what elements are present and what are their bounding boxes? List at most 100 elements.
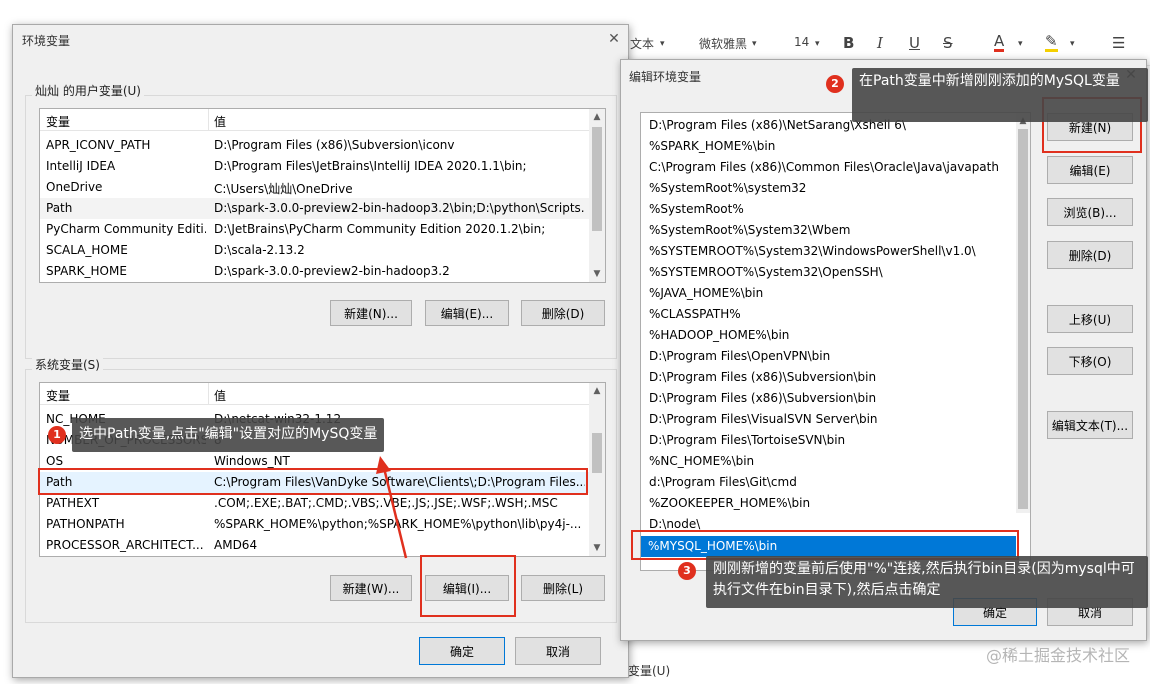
table-row-path-selected[interactable]: Path C:\Program Files\VanDyke Software\C…: [40, 472, 589, 493]
var-value: D:\JetBrains\PyCharm Community Edition 2…: [214, 222, 546, 236]
user-edit-button[interactable]: 编辑(E)...: [425, 300, 509, 326]
list-header: 变量 值: [40, 383, 589, 405]
move-down-button[interactable]: 下移(O): [1047, 347, 1133, 375]
scroll-down-icon[interactable]: ▼: [589, 540, 605, 556]
font-color-icon[interactable]: A: [994, 34, 1005, 52]
style-dropdown[interactable]: 文本: [630, 35, 654, 52]
scroll-thumb[interactable]: [592, 127, 602, 231]
table-row[interactable]: IntelliJ IDEA D:\Program Files\JetBrains…: [40, 156, 589, 177]
table-row[interactable]: APR_ICONV_PATH D:\Program Files (x86)\Su…: [40, 135, 589, 156]
sys-edit-button[interactable]: 编辑(I)...: [425, 575, 509, 601]
sys-vars-list[interactable]: 变量 值 NC_HOME D:\netcat-win32-1.12 NUMBER…: [39, 382, 606, 557]
window-title: 环境变量: [22, 34, 71, 48]
list-item[interactable]: d:\Program Files\Git\cmd: [647, 472, 1010, 493]
user-delete-button[interactable]: 删除(D): [521, 300, 605, 326]
var-name: APR_ICONV_PATH: [46, 138, 151, 152]
var-name: SPARK_HOME: [46, 264, 127, 278]
scroll-thumb[interactable]: [592, 433, 602, 473]
underline-icon[interactable]: U: [909, 34, 920, 52]
var-name: PROCESSOR_ARCHITECT...: [46, 538, 204, 552]
var-name: PATHEXT: [46, 496, 100, 510]
window-title: 编辑环境变量: [629, 70, 702, 84]
cancel-button[interactable]: 取消: [515, 637, 601, 665]
user-vars-label: 灿灿 的用户变量(U): [32, 82, 144, 99]
table-row[interactable]: PATHONPATH %SPARK_HOME%\python;%SPARK_HO…: [40, 514, 589, 535]
list-item[interactable]: %CLASSPATH%: [647, 304, 1010, 325]
step-badge: 3: [678, 562, 696, 580]
ok-button[interactable]: 确定: [419, 637, 505, 665]
scroll-down-icon[interactable]: ▼: [589, 266, 605, 282]
var-value: D:\spark-3.0.0-preview2-bin-hadoop3.2: [214, 264, 450, 278]
list-item[interactable]: D:\Program Files\VisualSVN Server\bin: [647, 409, 1010, 430]
sys-vars-label: 系统变量(S): [32, 356, 103, 373]
vertical-scrollbar[interactable]: ▲ ▼: [589, 383, 605, 556]
column-header-variable[interactable]: 变量: [46, 113, 206, 130]
move-up-button[interactable]: 上移(U): [1047, 305, 1133, 333]
list-item[interactable]: %JAVA_HOME%\bin: [647, 283, 1010, 304]
bold-icon[interactable]: B: [843, 34, 854, 52]
scroll-up-icon[interactable]: ▲: [589, 109, 605, 125]
column-header-value[interactable]: 值: [214, 387, 585, 404]
list-item[interactable]: %SystemRoot%: [647, 199, 1010, 220]
column-header-value[interactable]: 值: [214, 113, 585, 130]
annotation-step3: 刚刚新增的变量前后使用"%"连接,然后执行bin目录(因为mysql中可执行文件…: [706, 556, 1148, 608]
list-item[interactable]: %SPARK_HOME%\bin: [647, 136, 1010, 157]
list-item-mysql-home-selected[interactable]: %MYSQL_HOME%\bin: [641, 536, 1016, 557]
strikethrough-icon[interactable]: S: [943, 34, 953, 52]
annotation-text: 在Path变量中新增刚刚添加的MySQL变量: [859, 73, 1120, 89]
italic-icon[interactable]: I: [877, 34, 883, 52]
font-size-dropdown[interactable]: 14: [794, 35, 809, 49]
var-value: D:\spark-3.0.0-preview2-bin-hadoop3.2\bi…: [214, 201, 585, 215]
list-header: 变量 值: [40, 109, 589, 131]
list-item[interactable]: %SystemRoot%\System32\Wbem: [647, 220, 1010, 241]
vertical-scrollbar[interactable]: ▲ ▼: [589, 109, 605, 282]
background-clipped-label: 变量(U): [628, 664, 671, 678]
path-list[interactable]: D:\Program Files (x86)\NetSarang\Xshell …: [640, 112, 1031, 571]
list-item[interactable]: D:\Program Files (x86)\Subversion\bin: [647, 388, 1010, 409]
list-item[interactable]: %ZOOKEEPER_HOME%\bin: [647, 493, 1010, 514]
list-item[interactable]: C:\Program Files (x86)\Common Files\Orac…: [647, 157, 1010, 178]
table-row[interactable]: SCALA_HOME D:\scala-2.13.2: [40, 240, 589, 261]
table-row[interactable]: PATHEXT .COM;.EXE;.BAT;.CMD;.VBS;.VBE;.J…: [40, 493, 589, 514]
list-item[interactable]: %SystemRoot%\system32: [647, 178, 1010, 199]
edit-path-button[interactable]: 编辑(E): [1047, 156, 1133, 184]
chevron-down-icon: ▾: [660, 39, 665, 49]
vertical-scrollbar[interactable]: ▲: [1016, 113, 1030, 513]
list-item[interactable]: D:\Program Files (x86)\Subversion\bin: [647, 367, 1010, 388]
table-row[interactable]: PROCESSOR_ARCHITECT... AMD64: [40, 535, 589, 556]
sys-delete-button[interactable]: 删除(L): [521, 575, 605, 601]
font-name-dropdown[interactable]: 微软雅黑: [699, 35, 747, 52]
user-new-button[interactable]: 新建(N)...: [330, 300, 412, 326]
list-item[interactable]: %SYSTEMROOT%\System32\OpenSSH\: [647, 262, 1010, 283]
user-vars-list[interactable]: 变量 值 APR_ICONV_PATH D:\Program Files (x8…: [39, 108, 606, 283]
browse-button[interactable]: 浏览(B)...: [1047, 198, 1133, 226]
sys-new-button[interactable]: 新建(W)...: [330, 575, 412, 601]
column-header-variable[interactable]: 变量: [46, 387, 206, 404]
list-item[interactable]: D:\node\: [647, 514, 1010, 535]
annotation-step2: 在Path变量中新增刚刚添加的MySQL变量: [852, 68, 1148, 122]
table-row[interactable]: OneDrive C:\Users\灿灿\OneDrive: [40, 177, 589, 198]
list-item[interactable]: %HADOOP_HOME%\bin: [647, 325, 1010, 346]
table-row[interactable]: SPARK_HOME D:\spark-3.0.0-preview2-bin-h…: [40, 261, 589, 282]
list-icon[interactable]: ☰: [1112, 34, 1125, 52]
annotation-text: 选中Path变量,点击"编辑"设置对应的MySQ变量: [79, 426, 378, 442]
delete-path-button[interactable]: 删除(D): [1047, 241, 1133, 269]
var-value: D:\Program Files (x86)\Subversion\iconv: [214, 138, 455, 152]
edit-text-button[interactable]: 编辑文本(T)...: [1047, 411, 1133, 439]
list-item[interactable]: %SYSTEMROOT%\System32\WindowsPowerShell\…: [647, 241, 1010, 262]
scroll-thumb[interactable]: [1018, 129, 1028, 509]
var-name: Path: [46, 201, 73, 215]
table-row[interactable]: PyCharm Community Editi... D:\JetBrains\…: [40, 219, 589, 240]
list-item[interactable]: D:\Program Files\OpenVPN\bin: [647, 346, 1010, 367]
list-item[interactable]: D:\Program Files\TortoiseSVN\bin: [647, 430, 1010, 451]
var-name: PATHONPATH: [46, 517, 125, 531]
table-row[interactable]: OS Windows_NT: [40, 451, 589, 472]
watermark: @稀土掘金技术社区: [985, 646, 1130, 665]
list-item[interactable]: %NC_HOME%\bin: [647, 451, 1010, 472]
scroll-up-icon[interactable]: ▲: [589, 383, 605, 399]
var-name: OneDrive: [46, 180, 103, 194]
close-icon[interactable]: ✕: [604, 30, 624, 48]
highlight-icon[interactable]: ✎: [1045, 34, 1058, 52]
table-row[interactable]: Path D:\spark-3.0.0-preview2-bin-hadoop3…: [40, 198, 589, 219]
annotation-step1: 选中Path变量,点击"编辑"设置对应的MySQ变量: [72, 418, 385, 452]
